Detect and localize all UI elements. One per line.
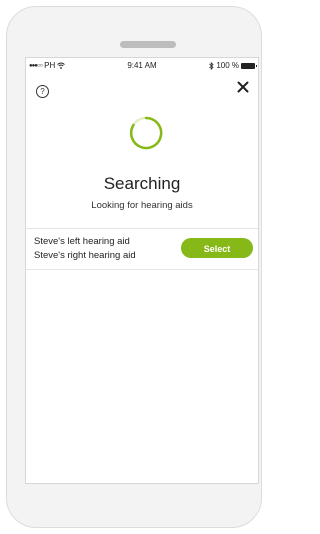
page-subtitle: Looking for hearing aids xyxy=(91,200,193,211)
status-bar: ●●●○○ PH 9:41 AM 100 % xyxy=(26,58,258,72)
help-icon[interactable]: ? xyxy=(36,85,49,98)
battery-percentage: 100 % xyxy=(216,61,239,70)
hearing-aid-pair-row: Steve's left hearing aid Steve's right h… xyxy=(26,228,258,270)
right-hearing-aid-name: Steve's right hearing aid xyxy=(34,250,136,261)
phone-speaker xyxy=(120,41,176,48)
battery-icon xyxy=(241,62,257,69)
bluetooth-icon xyxy=(209,61,214,70)
status-right: 100 % xyxy=(209,61,257,70)
app-screen: ●●●○○ PH 9:41 AM 100 % ? Searching Looki… xyxy=(25,57,259,484)
page-title: Searching xyxy=(103,174,181,193)
phone-frame: ●●●○○ PH 9:41 AM 100 % ? Searching Looki… xyxy=(6,6,262,528)
device-names: Steve's left hearing aid Steve's right h… xyxy=(34,235,136,263)
select-button[interactable]: Select xyxy=(181,238,253,258)
left-hearing-aid-name: Steve's left hearing aid xyxy=(34,236,130,247)
close-icon[interactable] xyxy=(236,80,250,94)
loading-spinner-icon xyxy=(129,116,163,150)
